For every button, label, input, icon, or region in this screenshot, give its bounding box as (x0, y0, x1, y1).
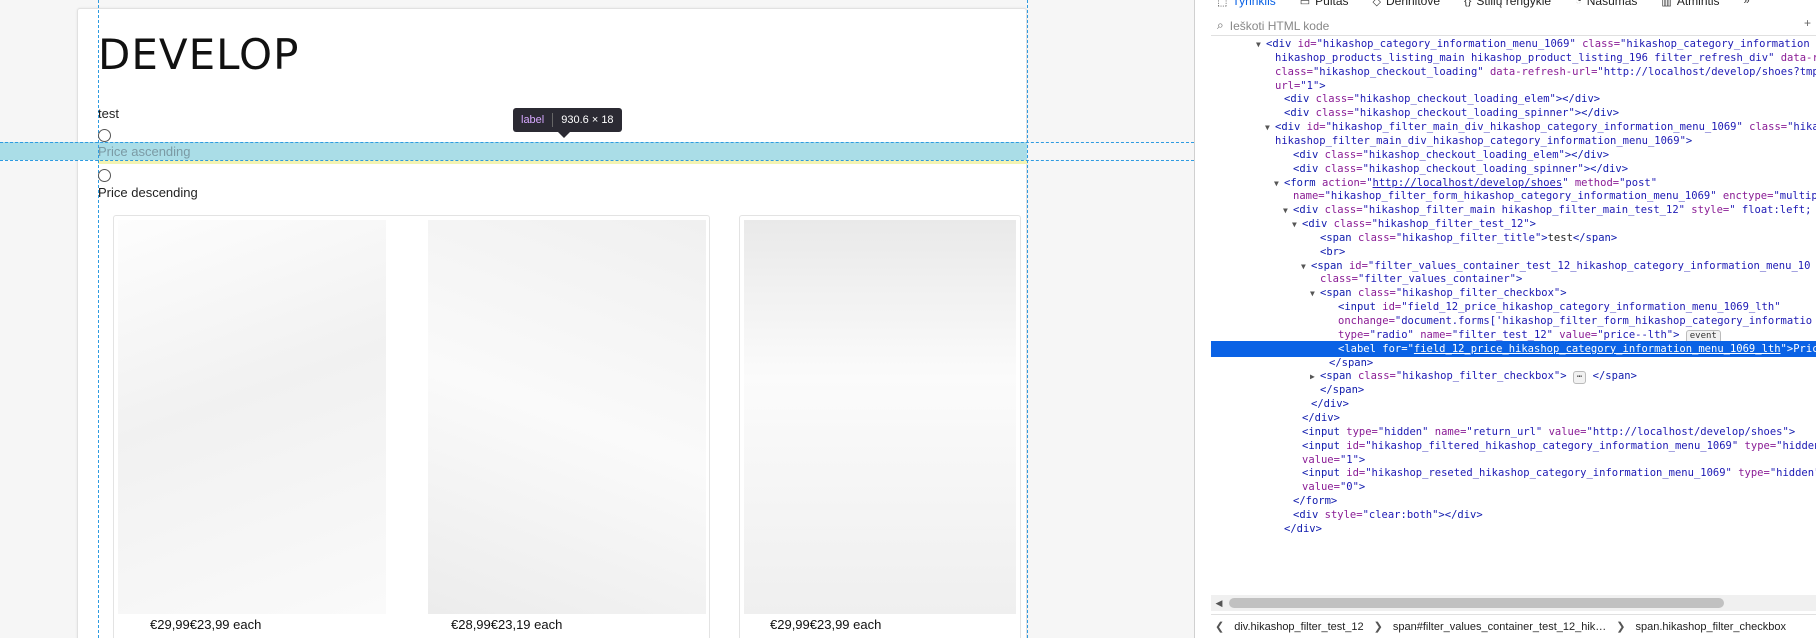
add-node-icon[interactable]: + (1804, 16, 1811, 30)
inspector-icon: ⬚ (1217, 0, 1228, 8)
html-tree-row-content: <div class="hikashop_checkout_loading_sp… (1293, 162, 1629, 175)
html-tree-row-content: <span class="hikashop_filter_checkbox"> (1320, 287, 1567, 300)
html-tree-row-content: <form action="http://localhost/develop/s… (1284, 176, 1658, 189)
html-tree-row-content: <div class="hikashop_filter_main hikasho… (1293, 204, 1812, 217)
screen: DEVELOP test Price ascending Price desce… (0, 0, 1816, 638)
scroll-left-icon[interactable]: ◀ (1211, 598, 1227, 609)
html-tree-row[interactable]: </div> (1211, 521, 1816, 537)
html-tree-row-content: <input id="hikashop_filtered_hikashop_ca… (1302, 439, 1816, 452)
price-descending-label[interactable]: Price descending (98, 185, 198, 200)
html-tree-row-content: hikashop_products_listing_main hikashop_… (1275, 51, 1816, 64)
product-image[interactable] (428, 220, 706, 614)
html-tree-row-content: onchange="document.forms['hikashop_filte… (1338, 315, 1813, 327)
html-tree-row-content: </div> (1302, 411, 1340, 424)
chevrons-right-icon: » (1743, 0, 1750, 7)
html-tree-row-content: <div id="hikashop_category_information_m… (1266, 38, 1810, 50)
price-descending-radio[interactable] (98, 169, 111, 182)
product-image[interactable] (744, 220, 1016, 614)
console-icon: ▭ (1299, 0, 1311, 8)
tab-debugger[interactable]: ◇ Derinitove (1373, 0, 1441, 8)
html-tree-row-content: <div id="hikashop_filter_main_div_hikash… (1275, 121, 1816, 134)
scrollbar-thumb[interactable] (1229, 598, 1724, 608)
price-ascending-radio[interactable] (98, 129, 111, 142)
html-tree-row-content: </form> (1293, 495, 1338, 508)
html-tree-row-content: <span id="filter_values_container_test_1… (1311, 259, 1811, 272)
inspector-guide-right (1027, 0, 1028, 638)
filter-title: test (98, 106, 119, 121)
tree-horizontal-scrollbar[interactable]: ◀ (1211, 595, 1816, 611)
html-tree-row-content: url="1"> (1275, 79, 1326, 92)
html-tree-row-content: class="hikashop_checkout_loading" data-r… (1275, 65, 1816, 78)
search-icon: ⌕ (1217, 18, 1224, 32)
html-tree-row-content: </span> (1320, 384, 1365, 397)
inspector-guide-bottom (0, 160, 1194, 161)
html-tree-row-content: <input type="hidden" name="return_url" v… (1302, 425, 1796, 438)
breadcrumb-item[interactable]: div.hikashop_filter_test_12 (1234, 621, 1363, 633)
site-title: DEVELOP (98, 30, 300, 79)
inspector-guide-left (98, 0, 99, 638)
inspector-guide-top (0, 142, 1194, 143)
tab-performance[interactable]: ◔ Našumas (1575, 0, 1637, 8)
tooltip-separator (552, 113, 554, 127)
product-card[interactable] (739, 215, 1021, 638)
chevron-right-icon: ❯ (1616, 621, 1626, 633)
more-tabs-button[interactable]: » (1744, 0, 1750, 7)
html-search-input[interactable] (1229, 18, 1750, 33)
inspector-tooltip: label 930.6 × 18 (513, 108, 622, 132)
html-tree-row-content: <input id="hikashop_reseted_hikashop_cat… (1302, 467, 1816, 480)
html-tree[interactable]: ▼ <div id="hikashop_category_information_… (1211, 36, 1816, 595)
product-price: €29,99€23,99 each (150, 617, 262, 632)
devtools-tabs: ⬚ Tyrinklis ▭ Pultas ◇ Derinitove {} Sti… (1211, 0, 1816, 10)
html-tree-row-content: type="radio" name="filter_test_12" value… (1338, 329, 1721, 343)
memory-icon: ▥ (1661, 0, 1672, 8)
chevron-left-icon[interactable]: ❮ (1215, 620, 1224, 633)
html-tree-row-content: class="filter_values_container"> (1320, 273, 1523, 286)
html-tree-row-content: <span class="hikashop_filter_title">test… (1320, 231, 1618, 244)
breadcrumb-item[interactable]: span#filter_values_container_test_12_hik… (1393, 621, 1606, 633)
tooltip-tag-name: label (521, 114, 545, 126)
product-image[interactable] (118, 220, 386, 614)
html-search-bar: ⌕ + (1211, 16, 1816, 36)
html-tree-row-content: name="hikashop_filter_form_hikashop_cate… (1293, 190, 1816, 203)
breadcrumb: ❮ div.hikashop_filter_test_12 ❯ span#fil… (1211, 614, 1816, 638)
tooltip-size: 930.6 × 18 (561, 114, 614, 126)
devtools-panel: ⬚ Tyrinklis ▭ Pultas ◇ Derinitove {} Sti… (1194, 0, 1816, 638)
html-tree-row-content: <div class="hikashop_checkout_loading_el… (1284, 93, 1601, 106)
html-tree-row-content: <input id="field_12_price_hikashop_categ… (1338, 301, 1781, 314)
html-tree-row-content: </div> (1284, 522, 1322, 535)
html-tree-row-content: <div style="clear:both"></div> (1293, 508, 1483, 521)
html-tree-row-content: <div class="hikashop_checkout_loading_sp… (1284, 107, 1620, 120)
tab-console[interactable]: ▭ Pultas (1300, 0, 1349, 8)
html-tree-row-content: <label for="field_12_price_hikashop_cate… (1338, 342, 1816, 355)
tab-inspector[interactable]: ⬚ Tyrinklis (1217, 0, 1276, 8)
price-ascending-label[interactable]: Price ascending (98, 144, 191, 159)
chevron-right-icon: ❯ (1373, 621, 1383, 633)
html-tree-row-content: </div> (1311, 398, 1349, 411)
performance-icon: ◔ (1575, 0, 1582, 7)
product-card-group[interactable] (113, 215, 710, 638)
html-tree-row-content: <div class="hikashop_filter_test_12"> (1302, 218, 1536, 231)
web-page-viewport: DEVELOP test Price ascending Price desce… (0, 0, 1194, 638)
html-tree-row-content: value="1"> (1302, 453, 1366, 466)
tab-style-editor[interactable]: {} Stilių rengyklė (1464, 0, 1551, 8)
html-tree-row-content: <div class="hikashop_checkout_loading_el… (1293, 148, 1610, 161)
html-tree-row-content: <br> (1320, 245, 1346, 258)
product-price: €29,99€23,99 each (770, 617, 882, 632)
html-tree-row-content: </span> (1329, 356, 1374, 369)
debugger-icon: ◇ (1372, 0, 1381, 8)
html-tree-row-content: <span class="hikashop_filter_checkbox"> … (1320, 370, 1637, 385)
html-tree-row-content: hikashop_filter_main_div_hikashop_catego… (1275, 134, 1693, 147)
tooltip-arrow-icon (558, 132, 570, 138)
product-price: €28,99€23,19 each (451, 617, 563, 632)
html-tree-row-content: value="0"> (1302, 481, 1366, 494)
breadcrumb-item[interactable]: span.hikashop_filter_checkbox (1636, 621, 1786, 633)
tab-memory[interactable]: ▥ Atmintis (1661, 0, 1719, 8)
style-editor-icon: {} (1464, 0, 1472, 7)
